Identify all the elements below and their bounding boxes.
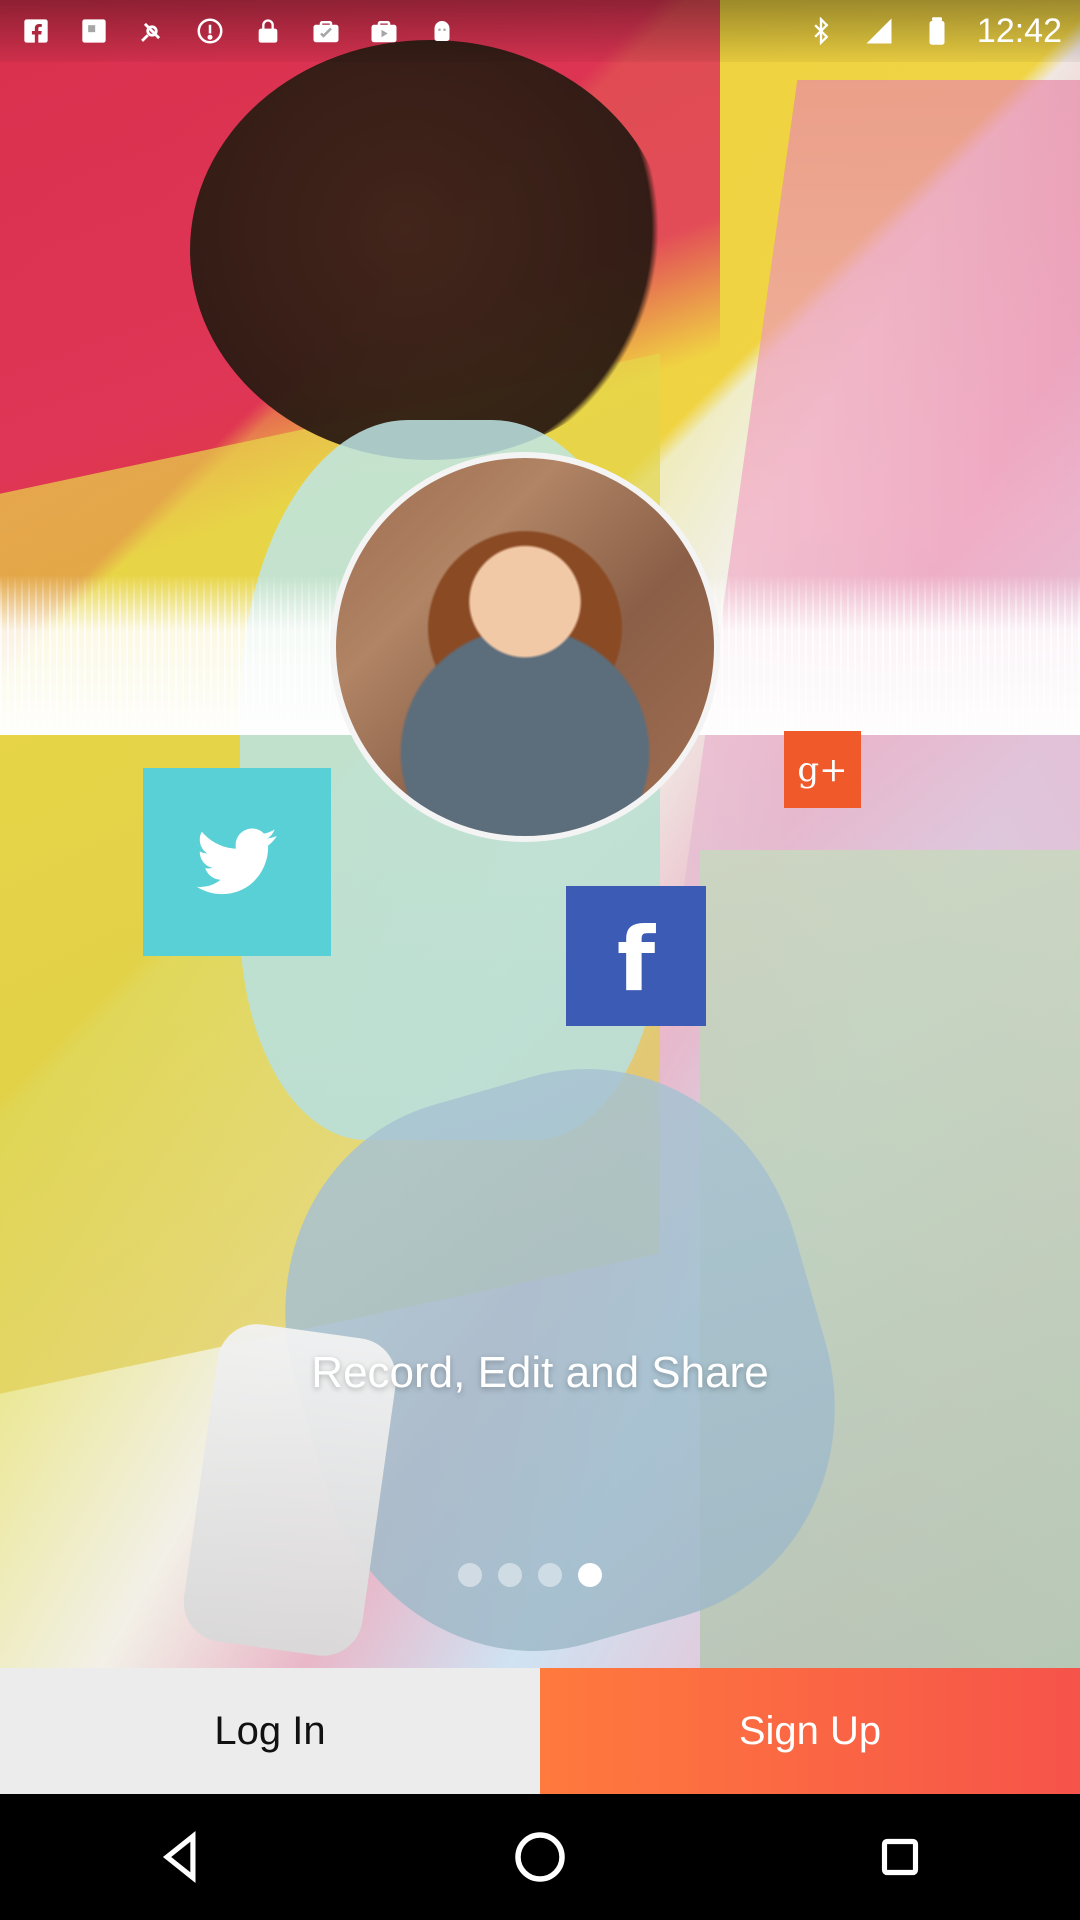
page-dot-active[interactable] [578,1563,602,1587]
info-icon [192,13,228,49]
tagline: Record, Edit and Share [311,1348,769,1397]
back-icon [162,1830,196,1884]
recents-button[interactable] [855,1812,945,1902]
status-time: 12:42 [976,11,1062,50]
navigation-bar [0,1794,1080,1920]
bluetooth-icon [803,13,839,49]
twitter-icon [196,828,277,895]
home-button[interactable] [495,1812,585,1902]
page-dot[interactable] [498,1563,522,1587]
lock-icon [250,13,286,49]
signup-button[interactable]: Sign Up [540,1668,1080,1794]
login-button[interactable]: Log In [0,1668,540,1794]
facebook-tile[interactable]: f [566,886,706,1026]
google-plus-label: g+ [797,749,848,790]
briefcase-play-icon [366,13,402,49]
facebook-f-label: f [616,908,656,1011]
page-indicator [458,1563,602,1587]
profile-avatar [330,452,720,842]
briefcase-check-icon [308,13,344,49]
status-left [18,13,460,49]
twitter-tile[interactable] [143,768,331,956]
flipboard-icon [76,13,112,49]
google-plus-tile[interactable]: g+ [784,731,861,808]
recents-icon [881,1838,919,1876]
status-bar: 12:42 [0,0,1080,62]
signal-icon [861,13,897,49]
page-dot[interactable] [538,1563,562,1587]
home-icon [515,1832,565,1882]
fake-gps-icon [134,13,170,49]
facebook-icon [18,13,54,49]
android-robot-icon [424,13,460,49]
back-button[interactable] [135,1812,225,1902]
person-hair [190,40,670,460]
page-dot[interactable] [458,1563,482,1587]
battery-icon [919,13,955,49]
status-right: 12:42 [803,12,1062,51]
